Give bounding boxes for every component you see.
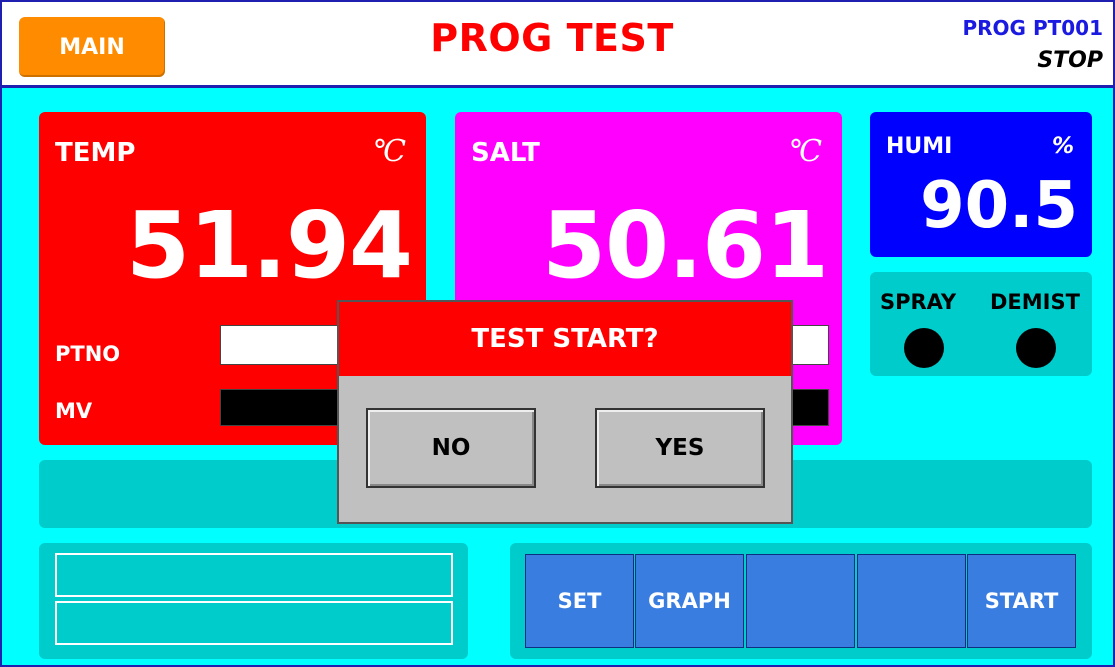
temp-label: TEMP [55, 138, 136, 168]
demist-label: DEMIST [990, 290, 1080, 314]
mv-label: MV [55, 399, 93, 423]
humi-value: 90.5 [920, 169, 1078, 243]
no-button[interactable]: NO [366, 408, 536, 488]
salt-value: 50.61 [541, 192, 829, 299]
screen-frame: MAIN PROG TEST PROG PT001 STOP TEMP ℃ 51… [0, 0, 1115, 667]
test-start-dialog: TEST START? NO YES [337, 300, 793, 524]
salt-unit: ℃ [788, 134, 822, 169]
info-line-1 [55, 553, 453, 597]
blank-button-1[interactable] [746, 554, 855, 648]
main-button[interactable]: MAIN [19, 17, 165, 77]
info-line-2 [55, 601, 453, 645]
spray-lamp [904, 328, 944, 368]
humi-unit: % [1051, 134, 1074, 159]
function-button-bar: SET GRAPH START [510, 543, 1092, 659]
program-id: PROG PT001 [962, 16, 1104, 40]
page-title: PROG TEST [430, 16, 674, 60]
demist-lamp [1016, 328, 1056, 368]
blank-button-2[interactable] [857, 554, 966, 648]
run-status: STOP [1037, 48, 1103, 73]
temp-value: 51.94 [125, 192, 413, 299]
graph-button[interactable]: GRAPH [635, 554, 744, 648]
ptno-label: PTNO [55, 342, 121, 366]
info-box [39, 543, 468, 659]
start-button[interactable]: START [967, 554, 1076, 648]
set-button[interactable]: SET [525, 554, 634, 648]
indicator-panel: SPRAY DEMIST [870, 272, 1092, 376]
header-bar: MAIN PROG TEST PROG PT001 STOP [2, 2, 1113, 88]
salt-label: SALT [471, 138, 540, 168]
humi-label: HUMI [886, 134, 953, 159]
humi-panel: HUMI % 90.5 [870, 112, 1092, 257]
spray-label: SPRAY [880, 290, 957, 314]
temp-unit: ℃ [372, 134, 406, 169]
yes-button[interactable]: YES [595, 408, 765, 488]
dialog-title: TEST START? [339, 302, 791, 376]
